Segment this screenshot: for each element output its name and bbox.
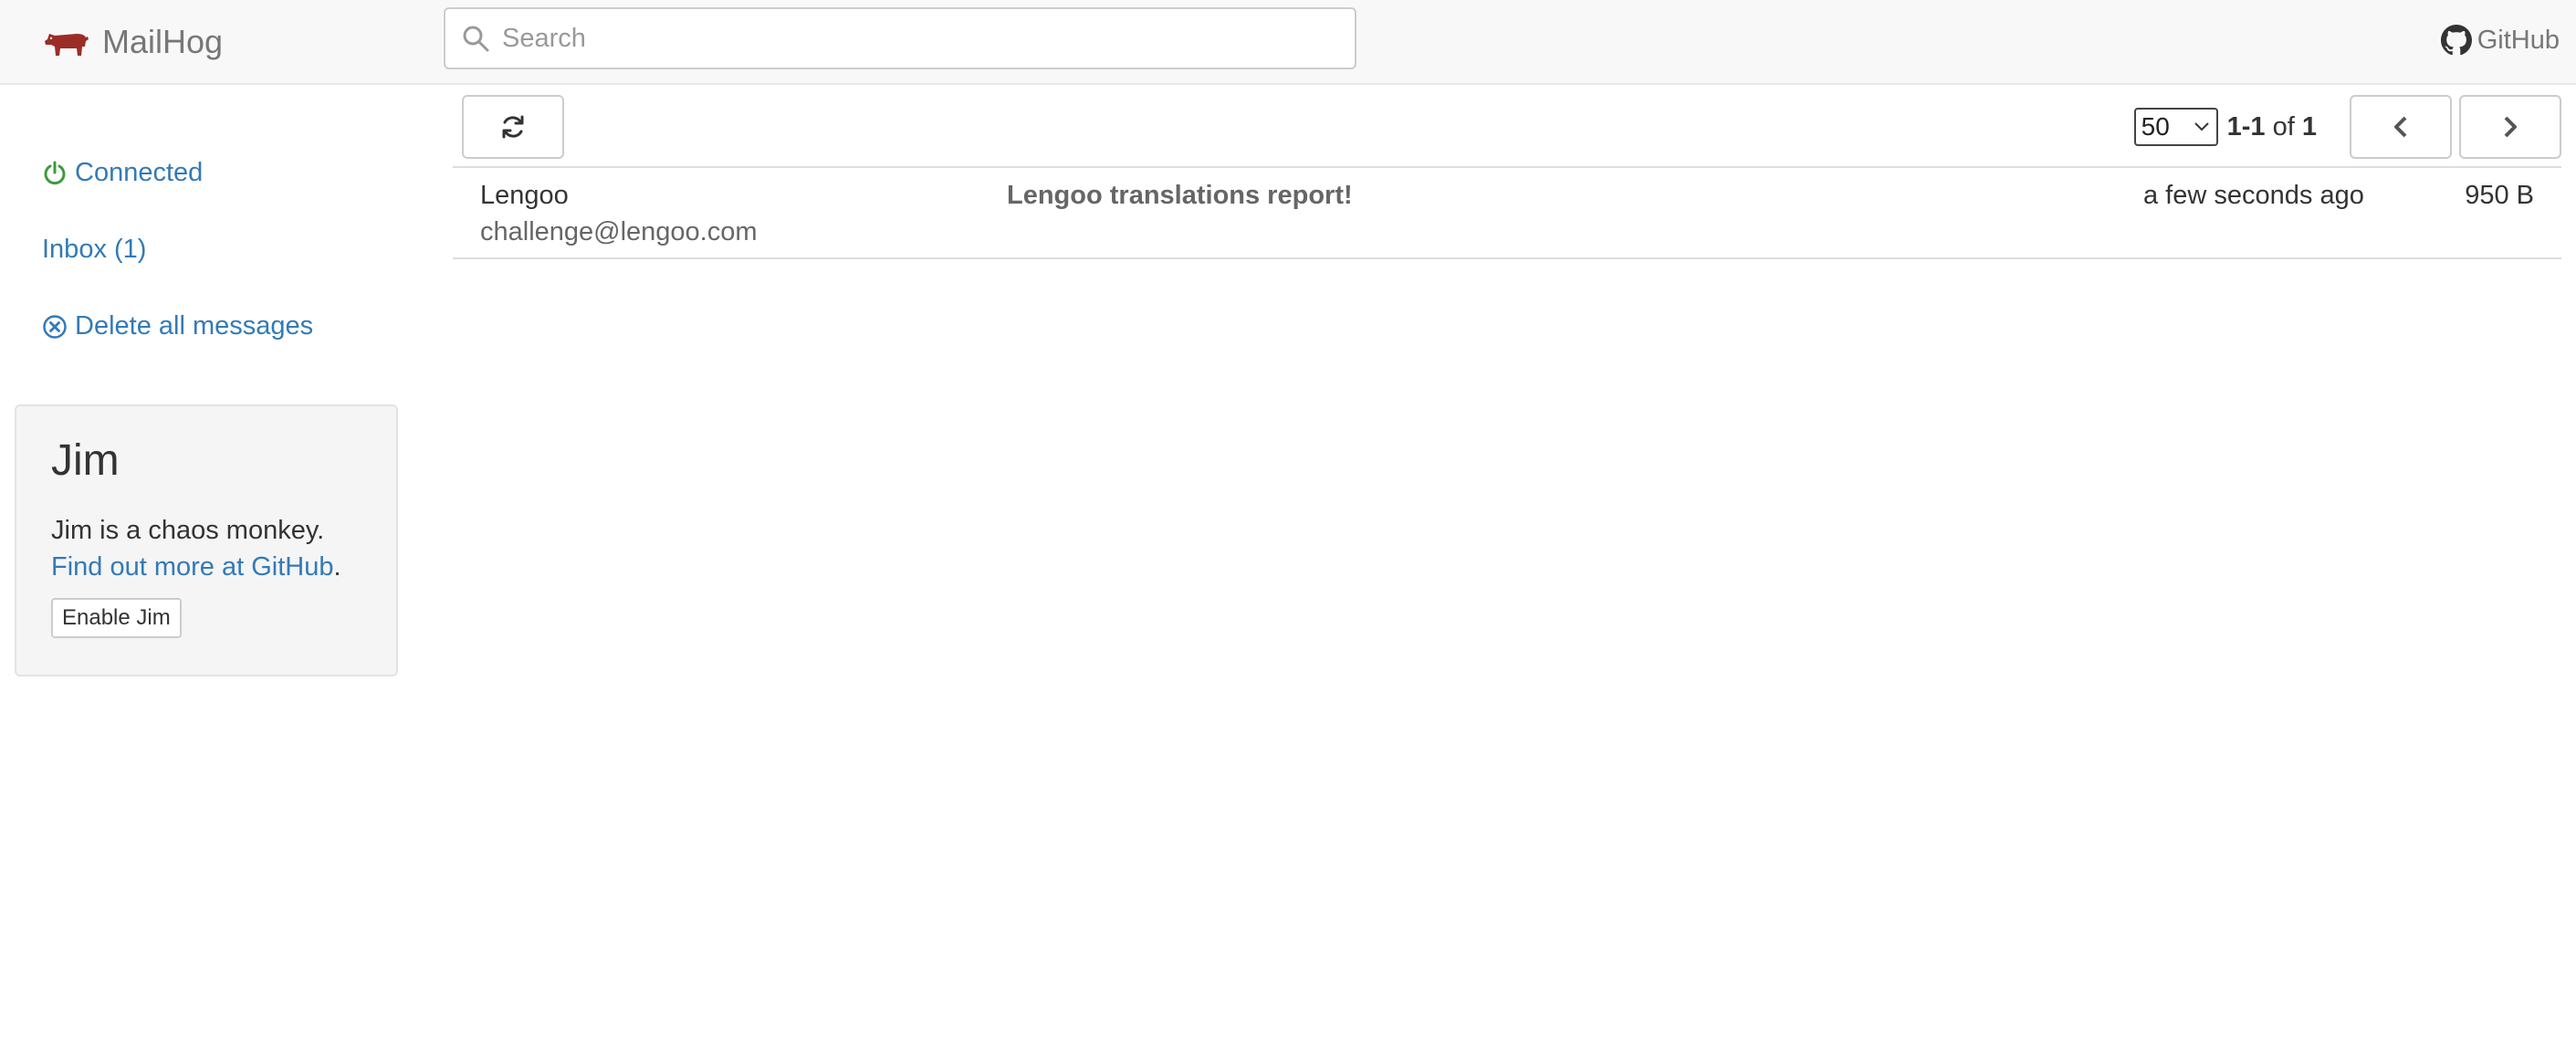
jim-panel: Jim Jim is a chaos monkey. Find out more… <box>15 404 398 676</box>
navbar: MailHog GitHub <box>0 0 2576 85</box>
inbox-label: Inbox (1) <box>42 235 147 264</box>
table-row[interactable]: Lengoo challenge@lengoo.com Lengoo trans… <box>453 166 2561 259</box>
circle-x-icon <box>43 314 67 339</box>
jim-description-block: Jim is a chaos monkey. Find out more at … <box>51 512 389 585</box>
message-time: a few seconds ago <box>2143 181 2364 210</box>
pagination: 50 1-1 of 1 <box>2133 95 2561 159</box>
chevron-down-icon <box>2194 122 2209 131</box>
range-start-end: 1-1 <box>2226 111 2266 142</box>
message-list: Lengoo challenge@lengoo.com Lengoo trans… <box>453 166 2561 259</box>
jim-title: Jim <box>51 436 120 485</box>
connection-status[interactable]: Connected <box>42 158 203 188</box>
next-page-button[interactable] <box>2459 95 2561 159</box>
message-from-name: Lengoo <box>480 181 569 210</box>
jim-link-suffix: . <box>333 552 341 582</box>
power-icon <box>44 161 66 184</box>
github-link[interactable]: GitHub <box>2440 22 2560 58</box>
brand-label: MailHog <box>102 23 224 60</box>
brand-link[interactable]: MailHog <box>44 16 223 68</box>
search-icon <box>463 26 489 52</box>
enable-jim-button[interactable]: Enable Jim <box>51 598 182 638</box>
chevron-left-icon <box>2394 116 2407 138</box>
chevron-right-icon <box>2504 116 2517 138</box>
per-page-select[interactable]: 50 <box>2133 108 2218 146</box>
github-icon <box>2440 25 2472 56</box>
sidebar-item-inbox[interactable]: Inbox (1) <box>42 235 146 265</box>
connected-label: Connected <box>75 158 204 187</box>
delete-all-label: Delete all messages <box>75 311 314 341</box>
previous-page-button[interactable] <box>2350 95 2452 159</box>
page-range: 1-1 of 1 <box>2227 112 2317 142</box>
range-total: 1 <box>2301 111 2317 142</box>
message-subject: Lengoo translations report! <box>1007 181 1353 210</box>
github-label: GitHub <box>2477 25 2560 55</box>
pig-logo-icon <box>45 34 89 56</box>
per-page-value: 50 <box>2141 112 2170 141</box>
jim-github-link[interactable]: Find out more at GitHub <box>51 552 333 582</box>
refresh-icon <box>502 115 524 139</box>
search-box[interactable] <box>444 7 1356 69</box>
search-input[interactable] <box>502 23 1324 54</box>
message-toolbar: 50 1-1 of 1 <box>453 93 2561 166</box>
refresh-button[interactable] <box>462 95 564 159</box>
message-from-email: challenge@lengoo.com <box>480 217 758 246</box>
message-size: 950 B <box>2465 181 2534 210</box>
range-of: of <box>2272 111 2295 142</box>
delete-all-messages-link[interactable]: Delete all messages <box>42 311 313 341</box>
jim-description: Jim is a chaos monkey. <box>51 516 325 545</box>
